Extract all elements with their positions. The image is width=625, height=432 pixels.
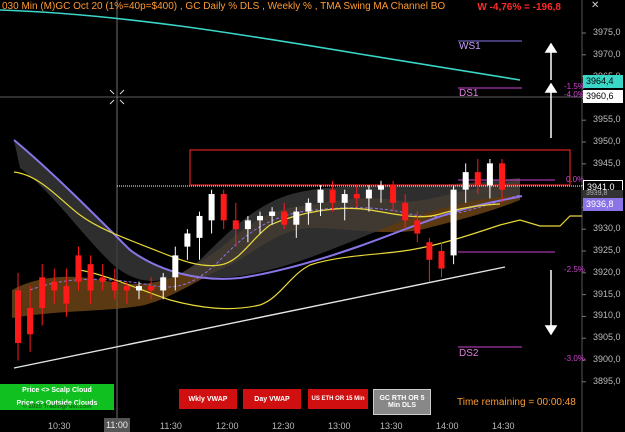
price-tick: 3905,0 [593,332,621,343]
time-tick-highlighted: 11:00 [104,418,130,432]
pct-label-4: -4.0% [564,90,585,99]
pct-label-0: 0.0% [566,175,585,184]
watermark: © 2020 TradingFuel.com [22,404,92,410]
time-tick: 10:30 [48,421,71,431]
chart-title: 030 Min (M)GC Oct 20 (1%=40p=$400) , GC … [2,1,446,12]
candle-body [499,163,505,190]
candle-body [148,286,155,291]
candle-body [390,185,397,203]
candle-body [329,189,336,203]
candle-body [208,194,215,221]
crosshair-price-tag: 3960,6 [583,90,623,103]
time-tick: 12:00 [216,421,239,431]
candle-body [378,185,384,190]
candle-body [244,220,251,230]
price-tick: 3910,0 [593,310,621,321]
candle-body [353,194,360,199]
candle-body [15,290,21,344]
wkly-vwap-button[interactable]: Wkly VWAP [179,389,237,409]
price-tick: 3925,0 [593,245,621,255]
time-tick: 14:00 [436,421,459,431]
candle-body [269,211,276,216]
candle-body [317,189,324,203]
time-tick: 12:30 [272,421,295,431]
pct-label-minus-3: -3.0% [564,354,585,363]
candle-body [462,172,469,190]
candle-body [293,211,300,225]
candle-body [365,189,372,199]
candle-body [111,281,118,291]
price-tick: 3955,0 [593,114,621,125]
candle-body [438,251,445,269]
candle-body [474,172,481,186]
candle-body [172,255,179,278]
price-tick: 3975,0 [593,27,621,37]
price-tick: 3915,0 [593,288,621,299]
candle-body [281,211,288,225]
candle-body [305,202,312,212]
price-tick: 3920,0 [593,266,621,277]
candle-body [87,264,94,291]
ws1-label: WS1 [459,41,481,52]
candle-body [414,220,421,234]
time-tick: 13:30 [380,421,403,431]
candle-body [232,220,239,230]
candle-body [426,242,433,260]
candle-body [136,286,142,291]
hidden-price-tag: 3939,8 [583,190,623,198]
price-tick: 3950,0 [593,136,621,146]
candle-body [341,194,348,203]
close-icon[interactable]: ✕ [591,0,599,11]
scalp-cloud-button[interactable]: Price <> Scalp Cloud [0,384,114,396]
weekly-pl-label: W -4,76% = -196,8 [477,2,561,13]
gc-rth-or-button[interactable]: GC RTH OR 5 Min DLS [373,389,431,415]
candle-body [196,215,203,238]
day-vwap-button[interactable]: Day VWAP [243,389,301,409]
candle-body [27,307,34,335]
purple-price-tag: 3936,8 [583,198,623,211]
candle-body [160,277,167,291]
price-tick: 3945,0 [593,157,621,168]
candle-body [99,277,106,282]
price-tick: 3970,0 [593,48,621,59]
candle-body [450,189,457,256]
time-tick: 11:30 [160,421,182,431]
up-arrow-icon [544,42,558,138]
price-tick: 3930,0 [593,223,621,234]
candle-body [257,215,263,221]
pct-label-minus-2-5: -2.5% [564,265,585,274]
candle-body [184,233,191,247]
cyan-price-tag: 3964,4 [583,75,623,88]
time-tick: 14:30 [492,421,515,431]
us-eth-or-button[interactable]: US ETH OR 15 Min [308,389,368,409]
price-tick: 3900,0 [593,354,621,364]
candle-body [123,286,130,291]
candle-body [75,255,82,282]
candle-body [486,163,493,186]
ds2-label: DS2 [459,348,479,359]
price-chart[interactable] [0,0,625,432]
candle-body [39,277,46,308]
cyan-ma-line [0,9,521,81]
ds1-label: DS1 [459,88,479,99]
time-remaining-label: Time remaining = 00:00:48 [457,397,576,408]
candle-body [63,286,70,304]
down-arrow-icon [544,270,558,336]
price-tick: 3895,0 [593,375,621,386]
candle-body [402,202,409,221]
candle-body [220,194,227,221]
time-tick: 13:00 [328,421,351,431]
candle-body [51,281,58,291]
